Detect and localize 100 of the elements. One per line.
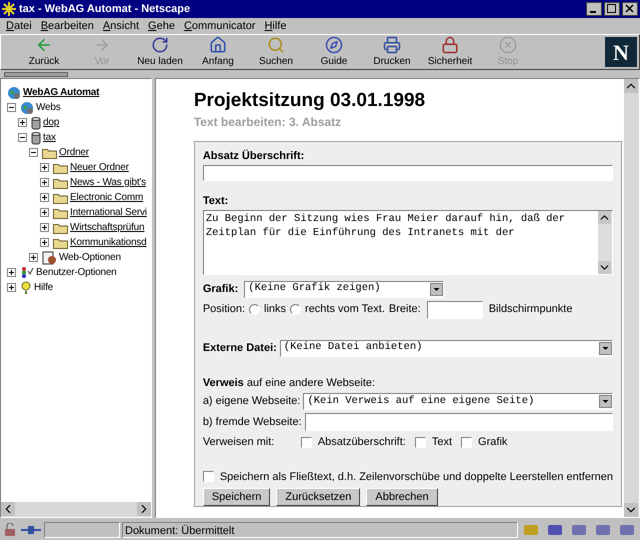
toolbar-button[interactable]: Guide <box>305 36 363 68</box>
expand-toggle[interactable] <box>7 268 16 277</box>
menu-item[interactable]: Datei <box>6 18 32 34</box>
expand-toggle[interactable] <box>40 178 49 187</box>
home-icon <box>209 36 227 54</box>
plus-icon[interactable] <box>20 120 25 125</box>
maximize-icon[interactable] <box>604 2 620 16</box>
horizontal-scrollbar[interactable] <box>1 502 151 517</box>
scroll-up-icon[interactable] <box>598 210 611 224</box>
scroll-down-icon[interactable] <box>624 503 638 517</box>
tree-item[interactable]: International Servi <box>70 205 147 220</box>
plus-icon[interactable] <box>42 165 47 170</box>
plus-icon[interactable] <box>31 255 36 260</box>
plus-icon[interactable] <box>42 180 47 185</box>
tree-item[interactable]: Web-Optionen <box>59 250 121 265</box>
expand-toggle[interactable] <box>40 223 49 232</box>
tree-item[interactable]: Kommunikationsd <box>70 235 146 250</box>
expand-toggle[interactable] <box>40 163 49 172</box>
plus-icon[interactable] <box>42 225 47 230</box>
checkbox[interactable] <box>202 471 214 482</box>
tree-item[interactable]: Wirtschaftsprüfun <box>70 220 144 235</box>
tree-item[interactable]: Electronic Comm <box>70 190 144 205</box>
menu-item[interactable]: Gehe <box>148 18 175 34</box>
folder-icon <box>53 192 68 204</box>
menu-item[interactable]: Communicator <box>184 18 256 34</box>
radio-button[interactable] <box>290 304 302 315</box>
toolbar-button[interactable]: Neu laden <box>131 36 189 68</box>
expand-toggle[interactable] <box>7 283 16 292</box>
scroll-up-icon[interactable] <box>624 79 638 93</box>
menu-item[interactable]: Ansicht <box>102 18 140 34</box>
plus-icon[interactable] <box>9 270 14 275</box>
folder-icon <box>42 146 57 158</box>
expand-toggle[interactable] <box>29 253 38 262</box>
form-button[interactable]: Zurücksetzen <box>276 488 360 506</box>
printer-icon <box>383 36 401 54</box>
collapse-toggle[interactable] <box>7 103 16 112</box>
menu-item[interactable]: Hilfe <box>264 18 286 34</box>
tree-item[interactable]: Neuer Ordner <box>70 160 129 175</box>
tree-item[interactable]: WebAG Automat <box>23 85 100 100</box>
checkbox[interactable] <box>300 436 312 448</box>
plus-icon[interactable] <box>42 195 47 200</box>
checkbox-label: Speichern als Fließtext, d.h. Zeilenvorschübe und doppelte Leerstellen entfernen <box>220 470 613 484</box>
dropdown-arrow-icon[interactable] <box>599 395 612 408</box>
expand-toggle[interactable] <box>40 238 49 247</box>
dropdown-arrow-icon[interactable] <box>430 282 444 296</box>
globe-icon <box>20 100 34 114</box>
graphic-select[interactable]: (Keine Grafik zeigen) <box>244 280 444 298</box>
scroll-right-icon[interactable] <box>136 502 151 516</box>
checkbox-label: Absatzüberschrift: <box>318 435 406 450</box>
form-button[interactable]: Speichern <box>202 488 270 506</box>
tree-item[interactable]: tax <box>43 130 56 145</box>
checkbox[interactable] <box>414 436 426 448</box>
field-label: Text: <box>202 194 230 210</box>
toolbar-button[interactable]: Anfang <box>189 36 247 68</box>
tree-item[interactable]: Ordner <box>59 145 89 160</box>
toolbar-button[interactable]: Drucken <box>363 36 421 68</box>
minus-icon[interactable] <box>9 105 14 110</box>
plug-icon <box>20 523 42 537</box>
scroll-down-icon[interactable] <box>598 260 611 274</box>
close-icon[interactable] <box>622 2 638 16</box>
text-area-field[interactable]: Zu Beginn der Sitzung wies Frau Meier darauf hin, daß der Zeitplan für die Einführung des Intranets mit der <box>202 210 613 274</box>
tree-item[interactable]: Webs <box>36 100 61 115</box>
tree-item[interactable]: dop <box>43 115 60 130</box>
minimize-icon[interactable] <box>586 2 602 16</box>
scroll-left-icon[interactable] <box>1 502 15 516</box>
checkbox-label: Grafik <box>478 435 508 450</box>
expand-toggle[interactable] <box>40 193 49 202</box>
collapse-toggle[interactable] <box>29 148 38 157</box>
collapse-toggle[interactable] <box>18 133 27 142</box>
vertical-scrollbar[interactable] <box>624 79 639 517</box>
expand-toggle[interactable] <box>18 118 27 127</box>
collapsed-toolbar-tab[interactable] <box>4 72 68 76</box>
checkbox[interactable] <box>461 436 472 448</box>
menu-item[interactable]: Bearbeiten <box>40 18 94 34</box>
own-page-select[interactable]: (Kein Verweis auf eine eigene Seite) <box>303 393 613 410</box>
tree-item[interactable]: News - Was gibt's <box>70 175 146 190</box>
dropdown-arrow-icon[interactable] <box>599 342 612 354</box>
heading-input-field[interactable] <box>202 164 613 182</box>
width-input-field[interactable] <box>426 300 483 318</box>
tree-item[interactable]: Benutzer-Optionen <box>36 265 117 280</box>
plus-icon[interactable] <box>42 240 47 245</box>
form-button[interactable]: Abbrechen <box>366 488 438 506</box>
minus-icon[interactable] <box>20 135 25 140</box>
field-label: Breite: <box>388 302 421 318</box>
toolbar-button[interactable]: Zurück <box>15 36 73 68</box>
file-select[interactable]: (Keine Datei anbieten) <box>280 340 613 356</box>
toolbar-button[interactable]: Sicherheit <box>421 36 479 68</box>
tree-item[interactable]: Hilfe <box>34 280 54 295</box>
radio-button[interactable] <box>249 304 260 315</box>
folder-icon <box>53 206 68 218</box>
plus-icon[interactable] <box>9 285 14 290</box>
folder-icon <box>53 162 68 174</box>
field-label: Externe Datei: <box>202 340 277 356</box>
plus-icon[interactable] <box>42 210 47 215</box>
document-globe-icon <box>42 250 57 264</box>
expand-toggle[interactable] <box>40 208 49 217</box>
folder-icon <box>53 176 68 188</box>
toolbar-button[interactable]: Suchen <box>247 36 305 68</box>
minus-icon[interactable] <box>31 150 36 155</box>
foreign-page-input-field[interactable] <box>304 413 613 431</box>
